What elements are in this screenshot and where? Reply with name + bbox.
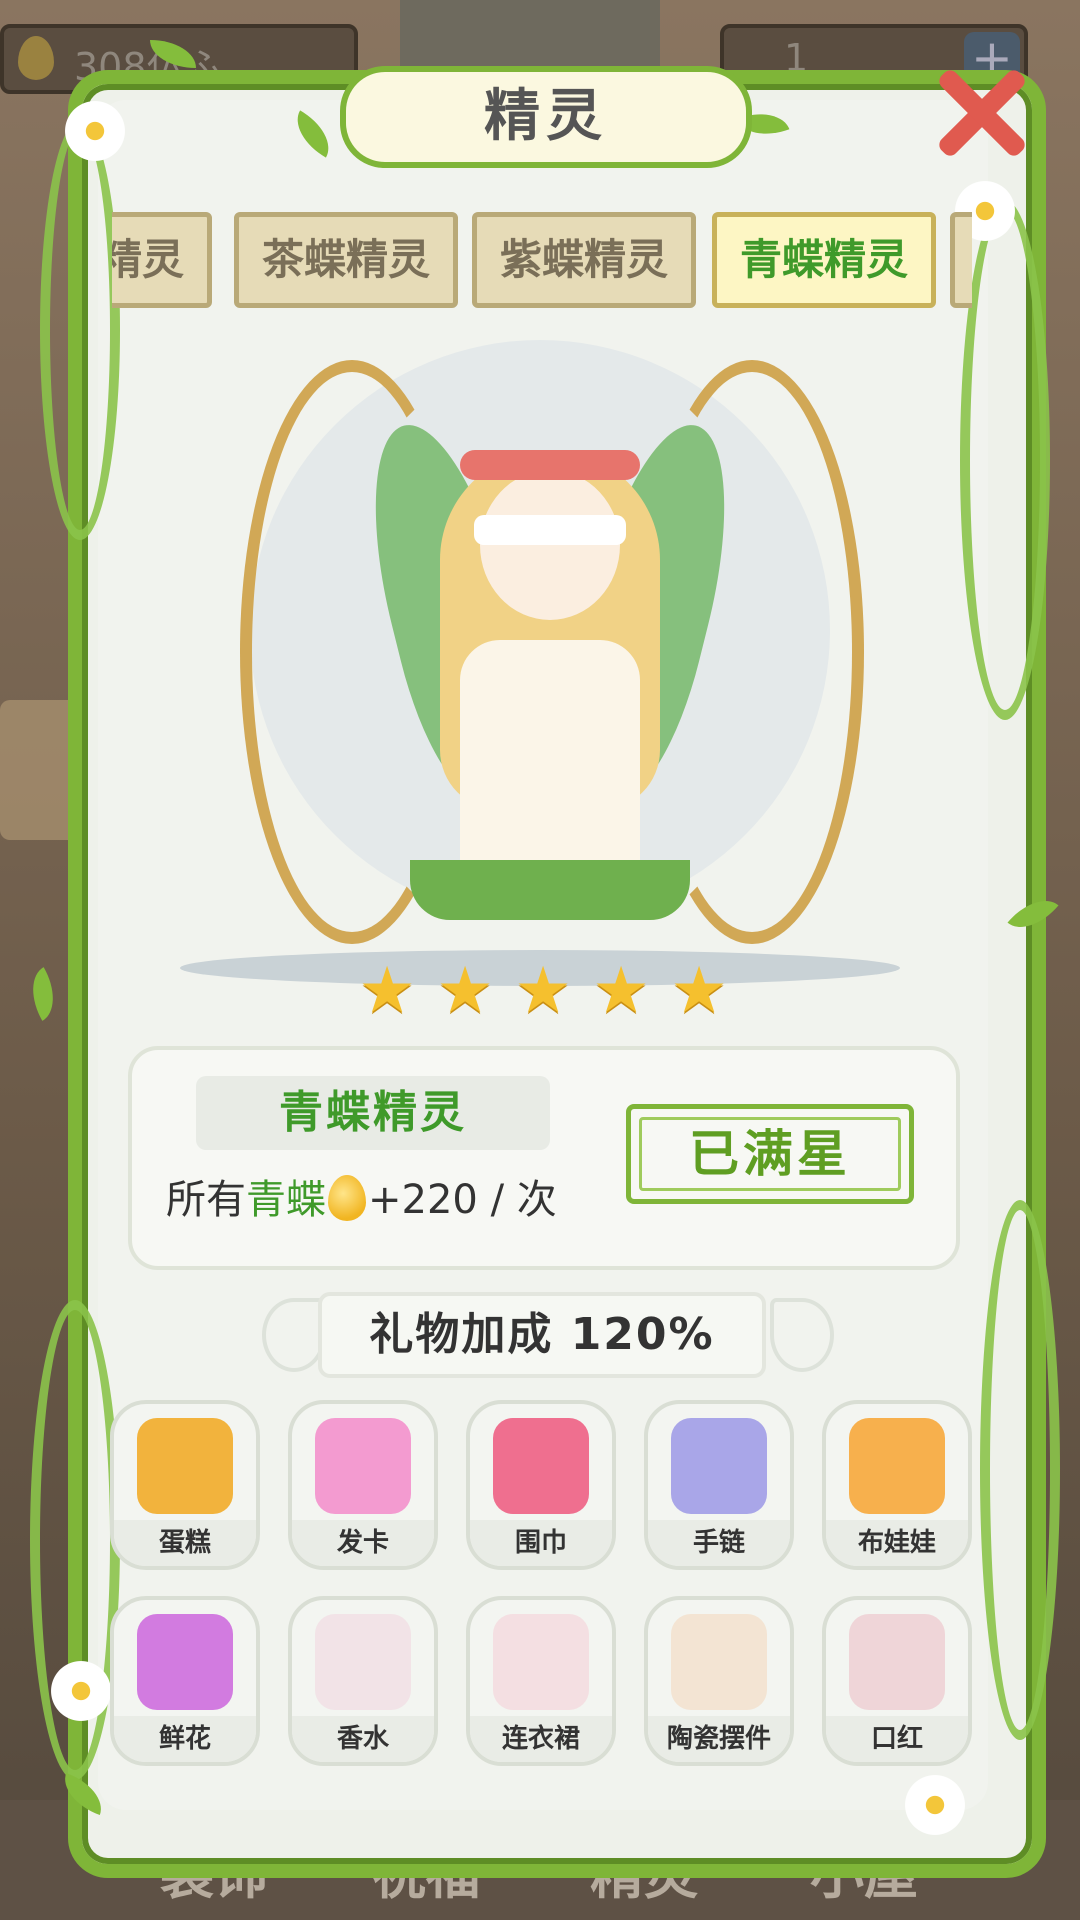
gift-card[interactable]: 手链	[644, 1400, 794, 1570]
close-icon[interactable]	[930, 62, 1030, 162]
vine-decoration	[980, 1200, 1060, 1740]
tab-next-partial[interactable]	[950, 212, 972, 308]
spirit-tab-strip[interactable]: 精灵 茶蝶精灵 紫蝶精灵 青蝶精灵	[112, 206, 972, 316]
gift-label: 陶瓷摆件	[648, 1716, 790, 1762]
gift-label: 蛋糕	[114, 1520, 256, 1566]
perfume-icon	[315, 1614, 411, 1710]
spirit-name-box: 青蝶精灵	[196, 1076, 550, 1150]
vine-decoration	[40, 120, 120, 540]
star-icon: ★	[670, 954, 728, 1028]
gift-label: 口红	[826, 1716, 968, 1762]
gift-bonus-text: 礼物加成 120%	[369, 1309, 715, 1360]
hairclip-icon	[315, 1418, 411, 1514]
tab-tea-butterfly-spirit[interactable]: 茶蝶精灵	[234, 212, 458, 308]
spirit-blindfold	[474, 515, 626, 545]
gift-card[interactable]: 口红	[822, 1596, 972, 1766]
tab-spirit[interactable]: 精灵	[112, 212, 212, 308]
gift-card[interactable]: 陶瓷摆件	[644, 1596, 794, 1766]
spirit-face	[480, 470, 620, 620]
gift-card[interactable]: 布娃娃	[822, 1400, 972, 1570]
bouquet-icon	[137, 1614, 233, 1710]
gift-card[interactable]: 蛋糕	[110, 1400, 260, 1570]
bracelet-icon	[671, 1418, 767, 1514]
panel-title-plate: 精灵	[340, 66, 752, 168]
lipstick-icon	[849, 1614, 945, 1710]
gift-label: 布娃娃	[826, 1520, 968, 1566]
honey-drop-icon	[328, 1175, 366, 1221]
star-icon: ★	[592, 954, 650, 1028]
gift-card[interactable]: 连衣裙	[466, 1596, 616, 1766]
coin-drop-icon	[18, 36, 54, 80]
spirit-portrait	[140, 340, 940, 1020]
wing-ornament-right	[770, 1298, 834, 1372]
tab-purple-butterfly-spirit[interactable]: 紫蝶精灵	[472, 212, 696, 308]
star-icon: ★	[514, 954, 572, 1028]
max-star-label: 已满星	[689, 1125, 851, 1183]
bonus-value: +220	[368, 1177, 478, 1223]
panel-title: 精灵	[484, 84, 608, 149]
daisy-icon	[60, 90, 130, 172]
gift-label: 手链	[648, 1520, 790, 1566]
gift-card[interactable]: 发卡	[288, 1400, 438, 1570]
star-rating: ★ ★ ★ ★ ★	[356, 954, 736, 1030]
ceramic-cat-icon	[671, 1614, 767, 1710]
gift-label: 香水	[292, 1716, 434, 1762]
spirit-dress-hem	[410, 860, 690, 920]
gift-label: 围巾	[470, 1520, 612, 1566]
dress-icon	[493, 1614, 589, 1710]
gift-label: 鲜花	[114, 1716, 256, 1762]
spirit-name: 青蝶精灵	[279, 1087, 467, 1138]
tab-cyan-butterfly-spirit[interactable]: 青蝶精灵	[712, 212, 936, 308]
daisy-icon	[900, 1764, 970, 1846]
daisy-icon	[46, 1650, 116, 1732]
scarf-icon	[493, 1418, 589, 1514]
doll-icon	[849, 1418, 945, 1514]
production-bonus: 所有青蝶 +220 / 次	[166, 1170, 557, 1230]
max-star-button[interactable]: 已满星	[626, 1104, 914, 1204]
bonus-target: 青蝶	[246, 1177, 326, 1223]
vine-decoration	[960, 200, 1050, 720]
gift-card[interactable]: 香水	[288, 1596, 438, 1766]
gift-bonus-banner: 礼物加成 120%	[318, 1292, 766, 1378]
star-icon: ★	[358, 954, 416, 1028]
bonus-suffix: / 次	[477, 1177, 557, 1223]
gift-card[interactable]: 围巾	[466, 1400, 616, 1570]
bonus-prefix: 所有	[166, 1177, 246, 1223]
gift-card[interactable]: 鲜花	[110, 1596, 260, 1766]
star-icon: ★	[436, 954, 494, 1028]
wing-ornament-left	[262, 1298, 326, 1372]
gift-label: 发卡	[292, 1520, 434, 1566]
gift-label: 连衣裙	[470, 1716, 612, 1762]
cake-icon	[137, 1418, 233, 1514]
flower-crown	[460, 450, 640, 480]
